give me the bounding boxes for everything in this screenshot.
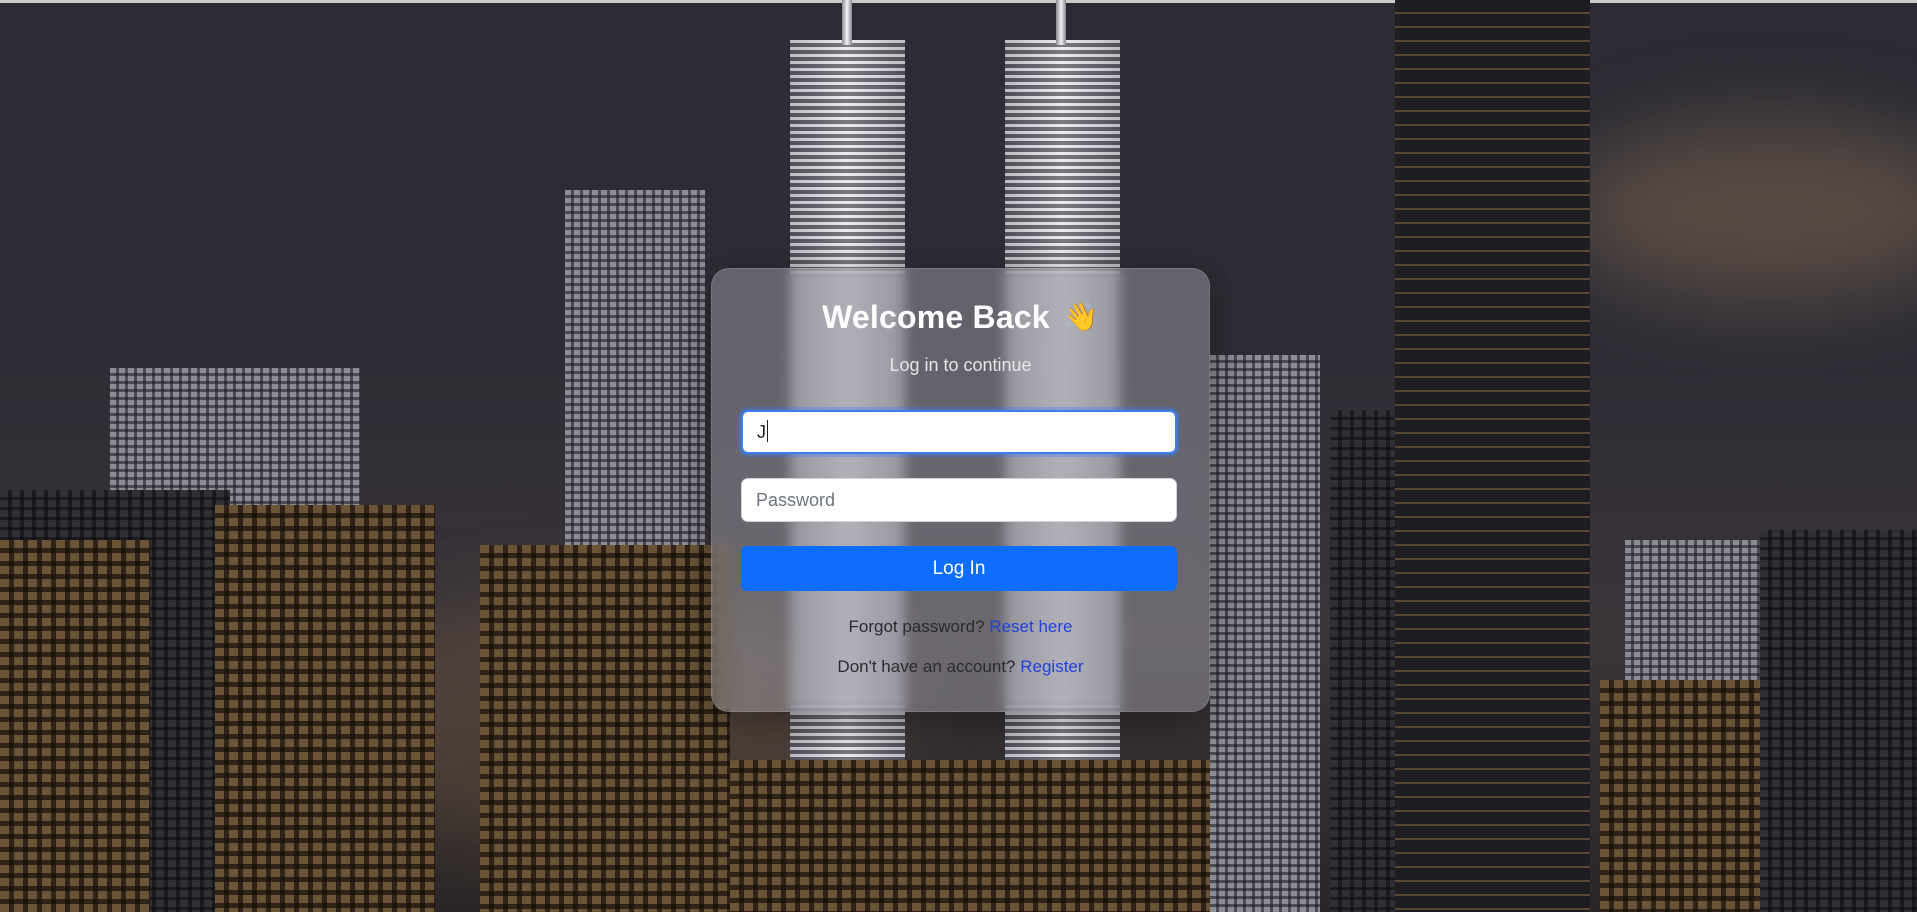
forgot-password-line: Forgot password? Reset here	[712, 617, 1209, 637]
title-text: Welcome Back	[822, 299, 1050, 335]
sky-glow	[1560, 120, 1917, 300]
tower-spire	[1056, 0, 1066, 45]
username-value: J	[757, 422, 766, 442]
dark-skyscraper	[1395, 0, 1590, 912]
register-link[interactable]: Register	[1020, 657, 1083, 676]
forgot-text: Forgot password?	[848, 617, 985, 636]
tower-spire	[842, 0, 852, 45]
password-input[interactable]: Password	[741, 478, 1177, 522]
register-line: Don't have an account? Register	[712, 657, 1209, 677]
login-card: Welcome Back 👋 Log in to continue J Passw…	[711, 268, 1210, 712]
building	[0, 540, 150, 912]
waving-hand-icon: 👋	[1063, 301, 1099, 332]
login-title: Welcome Back 👋	[712, 299, 1209, 336]
building	[1760, 530, 1917, 912]
login-subtitle: Log in to continue	[889, 355, 1032, 375]
password-placeholder: Password	[756, 490, 836, 510]
building	[480, 545, 730, 912]
window-top-edge	[0, 0, 1917, 3]
building	[215, 505, 435, 912]
building	[1210, 355, 1320, 912]
login-button[interactable]: Log In	[741, 546, 1177, 591]
text-caret	[767, 420, 768, 442]
reset-link[interactable]: Reset here	[989, 617, 1072, 636]
register-text: Don't have an account?	[837, 657, 1016, 676]
username-input[interactable]: J	[741, 410, 1177, 454]
